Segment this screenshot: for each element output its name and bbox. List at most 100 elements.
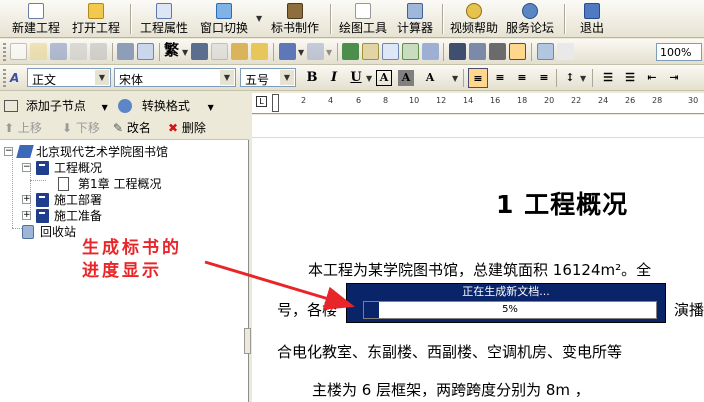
document-page-icon <box>58 177 69 191</box>
move-down-label: 下移 <box>75 121 100 135</box>
exit-button[interactable]: 退出 <box>576 2 608 36</box>
redo-icon[interactable] <box>307 43 324 60</box>
drawing-icon[interactable] <box>449 43 466 60</box>
traditional-chinese-button[interactable]: 繁 <box>164 42 179 58</box>
recycle-bin-icon <box>22 225 34 239</box>
ruler-tick: 10 <box>409 96 420 105</box>
font-dropdown-icon[interactable]: ▼ <box>220 70 234 85</box>
active-mode-icon[interactable] <box>509 43 526 60</box>
window-switch-button[interactable]: 窗口切换 <box>198 2 250 36</box>
new-project-button[interactable]: 新建工程 <box>10 2 62 36</box>
horizontal-ruler[interactable]: L 2 4 6 8 10 12 14 16 18 20 22 24 26 28 … <box>252 93 704 114</box>
line-spacing-button[interactable]: ↕ <box>560 68 580 88</box>
insert-table-icon[interactable] <box>382 43 399 60</box>
special-char-icon[interactable] <box>557 43 574 60</box>
add-child-dropdown-icon[interactable]: ▼ <box>102 103 108 112</box>
exit-icon <box>584 3 600 19</box>
bold-button[interactable]: B <box>302 68 322 88</box>
justify-button[interactable]: ≡ <box>468 68 488 88</box>
print-preview-icon[interactable] <box>137 43 154 60</box>
read-icon[interactable] <box>537 43 554 60</box>
char-shading-button[interactable]: A <box>398 70 414 86</box>
document-area[interactable]: 1 工程概况 本工程为某学院图书馆，总建筑面积 16124m²。全 号，各楼 演… <box>252 115 704 402</box>
toolbar-separator <box>463 69 464 87</box>
underline-button[interactable]: U <box>346 68 366 88</box>
center-button[interactable]: ≡ <box>490 68 510 88</box>
decrease-indent-button[interactable]: ⇤ <box>642 68 662 88</box>
open-project-button[interactable]: 打开工程 <box>70 2 122 36</box>
save-icon[interactable] <box>50 43 67 60</box>
tree-node-recycle-label: 回收站 <box>40 225 77 239</box>
italic-button[interactable]: I <box>324 68 344 88</box>
collapse-icon[interactable]: − <box>4 147 13 156</box>
draw-tools-button[interactable]: 绘图工具 <box>337 2 389 36</box>
print-icon[interactable] <box>117 43 134 60</box>
move-down-button[interactable]: ⬇ 下移 <box>62 117 100 139</box>
insert-excel-icon[interactable] <box>402 43 419 60</box>
hyperlink-icon[interactable] <box>342 43 359 60</box>
undo-icon[interactable] <box>279 43 296 60</box>
open-folder-icon <box>88 3 104 19</box>
distribute-button[interactable]: ≡ <box>534 68 554 88</box>
new-icon[interactable] <box>10 43 27 60</box>
page-top-border <box>252 137 704 138</box>
mail-icon[interactable] <box>90 43 107 60</box>
show-hide-icon[interactable] <box>489 43 506 60</box>
cut-icon[interactable] <box>191 43 208 60</box>
indent-marker-icon[interactable] <box>272 94 279 112</box>
bullets-button[interactable]: ☰ <box>620 68 640 88</box>
increase-indent-button[interactable]: ⇥ <box>664 68 684 88</box>
permission-icon[interactable] <box>70 43 87 60</box>
tree-node-deployment-label: 施工部署 <box>54 193 103 207</box>
align-right-button[interactable]: ≡ <box>512 68 532 88</box>
calculator-button[interactable]: 计算器 <box>394 2 436 36</box>
move-up-button[interactable]: ⬆ 上移 <box>4 117 42 139</box>
line-spacing-dropdown-icon[interactable]: ▼ <box>580 74 586 83</box>
tab-stop-selector-icon[interactable]: L <box>256 96 267 107</box>
open-icon[interactable] <box>30 43 47 60</box>
bid-make-button[interactable]: 标书制作 <box>268 2 322 36</box>
toolbar-grip[interactable] <box>3 43 6 61</box>
style-select[interactable]: 正文 ▼ <box>27 68 111 87</box>
document-map-icon[interactable] <box>469 43 486 60</box>
convert-format-button[interactable]: 转换格式 ▼ <box>118 95 214 117</box>
trad-chinese-dropdown-icon[interactable]: ▼ <box>182 48 188 57</box>
rename-button[interactable]: ✎ 改名 <box>113 117 151 139</box>
underline-dropdown-icon[interactable]: ▼ <box>366 74 372 83</box>
columns-icon[interactable] <box>422 43 439 60</box>
copy-icon[interactable] <box>211 43 228 60</box>
font-size-select[interactable]: 五号 ▼ <box>240 68 296 87</box>
forum-button[interactable]: 服务论坛 <box>504 2 556 36</box>
project-properties-button[interactable]: 工程属性 <box>138 2 190 36</box>
forum-icon <box>522 3 538 19</box>
tables-borders-icon[interactable] <box>362 43 379 60</box>
add-child-node-button[interactable]: 添加子节点 ▼ <box>4 95 108 117</box>
bid-document-icon <box>287 3 303 19</box>
collapse-icon[interactable]: − <box>22 163 31 172</box>
styles-icon[interactable]: A <box>10 70 19 86</box>
zoom-input[interactable]: 100% <box>656 43 702 61</box>
font-select[interactable]: 宋体 ▼ <box>114 68 236 87</box>
expand-icon[interactable]: + <box>22 195 31 204</box>
format-painter-icon[interactable] <box>251 43 268 60</box>
style-dropdown-icon[interactable]: ▼ <box>95 70 109 85</box>
char-scale-dropdown-icon[interactable]: ▼ <box>452 74 458 83</box>
redo-dropdown-icon[interactable]: ▼ <box>326 48 332 57</box>
bid-make-label: 标书制作 <box>270 21 319 35</box>
char-scale-button[interactable]: A <box>420 68 440 88</box>
delete-button[interactable]: ✖ 删除 <box>168 117 206 139</box>
expand-icon[interactable]: + <box>22 211 31 220</box>
paste-icon[interactable] <box>231 43 248 60</box>
convert-format-dropdown-icon[interactable]: ▼ <box>208 103 214 112</box>
char-border-button[interactable]: A <box>376 70 392 86</box>
ruler-tick: 16 <box>490 96 501 105</box>
toolbar-grip[interactable] <box>3 69 6 87</box>
undo-dropdown-icon[interactable]: ▼ <box>298 48 304 57</box>
font-size-dropdown-icon[interactable]: ▼ <box>280 70 294 85</box>
ruler-tick: 14 <box>463 96 474 105</box>
panel-splitter-handle[interactable] <box>244 328 251 354</box>
tree-node-preparation-label: 施工准备 <box>54 209 103 223</box>
video-help-button[interactable]: 视频帮助 <box>448 2 500 36</box>
numbering-button[interactable]: ☰ <box>598 68 618 88</box>
window-switch-dropdown-icon[interactable]: ▼ <box>256 14 262 23</box>
